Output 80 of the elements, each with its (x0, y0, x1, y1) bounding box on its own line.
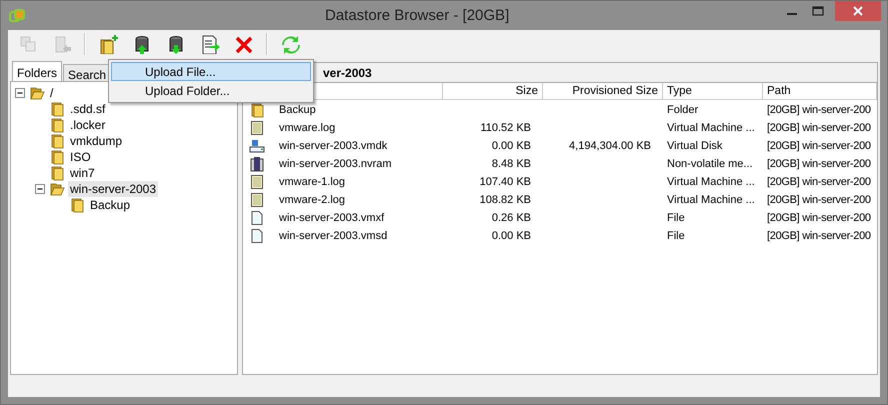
upload-icon (136, 36, 148, 54)
folder-icon (49, 181, 65, 197)
minimize-icon (787, 13, 797, 15)
table-cell: Virtual Machine ... (667, 176, 755, 188)
log-file-icon (249, 120, 265, 136)
table-cell: 4,194,304.00 KB (569, 140, 651, 152)
table-cell: Virtual Machine ... (667, 194, 755, 206)
folder-icon (49, 117, 65, 133)
folder-icon (49, 133, 65, 149)
column-header[interactable]: Size (443, 83, 543, 100)
table-cell: Virtual Disk (667, 140, 722, 152)
table-cell: File (667, 212, 685, 224)
download-icon (170, 36, 182, 54)
new-folder-icon (100, 34, 118, 54)
file-name: win-server-2003.vmsd (279, 230, 388, 242)
table-cell: 0.26 KB (492, 212, 531, 224)
move-icon (56, 36, 71, 53)
log-file-icon (249, 192, 265, 208)
file-icon (249, 210, 265, 226)
table-cell: 107.40 KB (480, 176, 531, 188)
table-cell: 110.52 KB (480, 122, 531, 134)
table-cell: Folder (667, 104, 698, 116)
delete-icon (235, 36, 253, 54)
table-cell: Non-volatile me... (667, 158, 753, 170)
table-cell: 0.00 KB (492, 230, 531, 242)
tree-item[interactable]: vmkdump (68, 133, 124, 149)
column-header[interactable]: Type (663, 83, 763, 100)
folder-icon (29, 85, 45, 101)
disk-icon (249, 138, 265, 154)
file-name: vmware-1.log (279, 176, 346, 188)
log-file-icon (249, 174, 265, 190)
table-cell: [20GB] win-server-200 (767, 122, 871, 134)
tree-item[interactable]: win7 (68, 165, 97, 181)
folder-icon (49, 101, 65, 117)
folder-icon (49, 149, 65, 165)
file-name: vmware.log (279, 122, 336, 134)
chip-icon (249, 156, 265, 172)
table-cell: [20GB] win-server-200 (767, 104, 871, 116)
column-header[interactable]: Path (763, 83, 877, 100)
refresh-icon (282, 36, 300, 54)
tree-item[interactable]: ISO (68, 149, 93, 165)
maximize-icon (812, 6, 824, 16)
copy-icon (20, 36, 36, 52)
file-name: win-server-2003.vmdk (279, 140, 388, 152)
menu-item[interactable]: Upload File... (111, 62, 311, 81)
table-cell: 8.48 KB (492, 158, 531, 170)
file-name: win-server-2003.vmxf (279, 212, 384, 224)
file-name: Backup (279, 104, 316, 116)
tree-item[interactable]: .locker (68, 117, 108, 133)
tab[interactable]: Folders (12, 61, 62, 82)
table-cell: File (667, 230, 685, 242)
collapse-toggle[interactable] (35, 184, 46, 194)
file-name: win-server-2003.nvram (279, 158, 392, 170)
table-cell: [20GB] win-server-200 (767, 230, 871, 242)
table-cell: [20GB] win-server-200 (767, 140, 871, 152)
file-name: vmware-2.log (279, 194, 346, 206)
menu-item[interactable]: Upload Folder... (111, 81, 311, 100)
folder-icon (249, 102, 265, 118)
close-button[interactable] (835, 1, 881, 21)
tree-item[interactable]: win-server-2003 (68, 181, 158, 197)
table-cell: 108.82 KB (480, 194, 531, 206)
table-cell: Virtual Machine ... (667, 122, 755, 134)
collapse-toggle[interactable] (15, 88, 26, 98)
table-cell: [20GB] win-server-200 (767, 212, 871, 224)
export-icon (202, 36, 220, 54)
app-logo-icon (9, 8, 25, 24)
column-header[interactable]: Provisioned Size (543, 83, 663, 100)
table-cell: 0.00 KB (492, 140, 531, 152)
folder-icon (69, 197, 85, 213)
window-title: Datastore Browser - [20GB] (325, 7, 510, 24)
table-cell: [20GB] win-server-200 (767, 194, 871, 206)
tree-item[interactable]: .sdd.sf (68, 101, 108, 117)
file-icon (249, 228, 265, 244)
tree-item[interactable]: / (48, 85, 56, 101)
table-cell: [20GB] win-server-200 (767, 158, 871, 170)
close-icon (853, 6, 863, 16)
table-cell: [20GB] win-server-200 (767, 176, 871, 188)
tree-item[interactable]: Backup (88, 197, 132, 213)
folder-icon (49, 165, 65, 181)
path-label: ver-2003 (323, 66, 372, 80)
